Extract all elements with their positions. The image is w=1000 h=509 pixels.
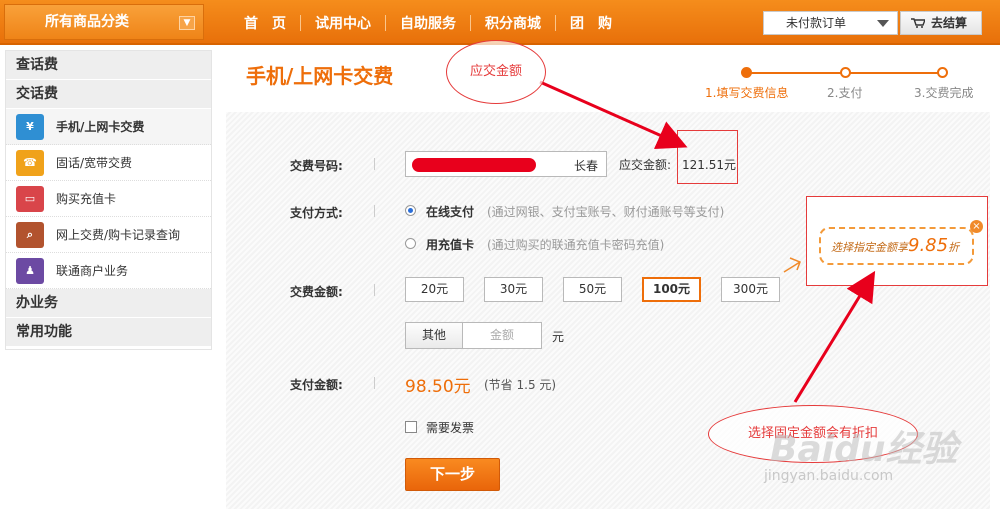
page-title: 手机/上网卡交费	[246, 64, 394, 88]
sidebar-section-common[interactable]: 常用功能	[6, 318, 211, 347]
amount-option-20[interactable]: 20元	[405, 277, 464, 302]
step-progress-line	[845, 72, 942, 74]
sidebar-item-label: 联通商户业务	[56, 264, 129, 278]
amount-due-label: 应交金额:	[619, 158, 672, 172]
pay-total-label: 支付金额:	[290, 378, 343, 392]
baidu-watermark: Baidu经验	[770, 429, 958, 470]
amount-option-50[interactable]: 50元	[563, 277, 622, 302]
sidebar-item-label: 固话/宽带交费	[56, 156, 133, 170]
main-nav: 首 页 试用中心 自助服务 积分商城 团 购	[230, 0, 626, 45]
record-search-icon: ⌕	[16, 221, 44, 248]
all-categories-label: 所有商品分类	[45, 14, 129, 30]
pay-total-value: 98.50元	[405, 377, 471, 397]
next-step-button[interactable]: 下一步	[405, 458, 500, 491]
chevron-down-icon: ▼	[179, 16, 195, 30]
sidebar-item-merchant[interactable]: ♟ 联通商户业务	[6, 253, 211, 289]
custom-amount-input[interactable]: 金额	[462, 322, 542, 349]
phone-number-input[interactable]: 长春	[405, 151, 607, 177]
sidebar: 查话费 交话费 ¥ 手机/上网卡交费 ☎ 固话/宽带交费 ▭ 购买充值卡 ⌕ 网…	[5, 50, 212, 350]
phone-city: 长春	[573, 159, 598, 173]
merchant-icon: ♟	[16, 257, 44, 284]
top-nav-bar: 所有商品分类 ▼ 首 页 试用中心 自助服务 积分商城 团 购 未付款订单 去结…	[0, 0, 1000, 45]
card-pay-note: (通过购买的联通充值卡密码充值)	[487, 238, 665, 252]
nav-self-service[interactable]: 自助服务	[386, 13, 470, 33]
savings-note: (节省 1.5 元)	[484, 378, 557, 392]
watermark-url: jingyan.baidu.com	[764, 468, 894, 484]
all-categories-button[interactable]: 所有商品分类 ▼	[4, 4, 204, 40]
checkout-button[interactable]: 去结算	[900, 11, 982, 35]
label-divider	[374, 377, 375, 389]
recharge-card-icon: ▭	[16, 185, 44, 212]
phone-number-label: 交费号码:	[290, 159, 343, 173]
dropdown-arrow-icon	[877, 20, 889, 27]
annotation-highlight-box	[677, 130, 738, 184]
step-label-3: 3.交费完成	[914, 86, 974, 100]
step-label-2: 2.支付	[827, 86, 863, 100]
sidebar-item-records[interactable]: ⌕ 网上交费/购卡记录查询	[6, 217, 211, 253]
step-label-1: 1.填写交费信息	[705, 86, 789, 100]
discount-promo-banner: 选择指定金额享9.85折	[819, 227, 974, 265]
online-pay-radio[interactable]	[405, 205, 416, 216]
unpaid-orders-label: 未付款订单	[786, 16, 847, 30]
amount-option-30[interactable]: 30元	[484, 277, 543, 302]
card-pay-label[interactable]: 用充值卡	[426, 236, 474, 253]
close-icon[interactable]: ×	[970, 220, 983, 233]
invoice-checkbox[interactable]	[405, 421, 417, 433]
sidebar-section-query-bill[interactable]: 查话费	[6, 51, 211, 80]
sidebar-item-label: 购买充值卡	[56, 192, 117, 206]
sidebar-item-mobile-pay[interactable]: ¥ 手机/上网卡交费	[6, 109, 211, 145]
online-pay-note: (通过网银、支付宝账号、财付通账号等支付)	[487, 205, 725, 219]
sidebar-item-landline-pay[interactable]: ☎ 固话/宽带交费	[6, 145, 211, 181]
pay-method-label: 支付方式:	[290, 206, 343, 220]
label-divider	[374, 158, 375, 170]
step-dot-3	[937, 67, 948, 78]
phone-card-icon: ¥	[16, 113, 44, 140]
nav-points-mall[interactable]: 积分商城	[471, 13, 555, 33]
sidebar-item-label: 手机/上网卡交费	[56, 120, 145, 134]
promo-suffix: 折	[948, 241, 960, 254]
step-dot-2	[840, 67, 851, 78]
step-dot-1	[741, 67, 752, 78]
invoice-label[interactable]: 需要发票	[426, 419, 474, 436]
nav-trial-center[interactable]: 试用中心	[301, 13, 385, 33]
label-divider	[374, 205, 375, 217]
discount-promo-box: 选择指定金额享9.85折	[806, 196, 988, 286]
sidebar-item-recharge-card[interactable]: ▭ 购买充值卡	[6, 181, 211, 217]
label-divider	[374, 284, 375, 296]
nav-home[interactable]: 首 页	[230, 13, 300, 33]
amount-option-300[interactable]: 300元	[721, 277, 780, 302]
step-progress-line	[748, 72, 845, 74]
promo-text: 选择指定金额享	[831, 241, 908, 254]
pay-amount-label: 交费金额:	[290, 285, 343, 299]
unpaid-orders-select[interactable]: 未付款订单	[763, 11, 898, 35]
amount-option-100[interactable]: 100元	[642, 277, 701, 302]
sidebar-item-label: 网上交费/购卡记录查询	[56, 228, 181, 242]
other-amount-button[interactable]: 其他	[405, 322, 463, 349]
cart-icon	[911, 18, 925, 28]
annotation-callout-due: 应交金额	[446, 40, 546, 104]
sidebar-section-pay-bill[interactable]: 交话费	[6, 80, 211, 109]
online-pay-label[interactable]: 在线支付	[426, 203, 474, 220]
card-pay-radio[interactable]	[405, 238, 416, 249]
sidebar-section-business[interactable]: 办业务	[6, 289, 211, 318]
checkout-label: 去结算	[931, 16, 968, 30]
landline-icon: ☎	[16, 149, 44, 176]
promo-discount: 9.85	[908, 235, 949, 256]
nav-group-buy[interactable]: 团 购	[556, 13, 626, 33]
amount-unit: 元	[552, 330, 565, 344]
redacted-phone-number	[412, 158, 536, 172]
